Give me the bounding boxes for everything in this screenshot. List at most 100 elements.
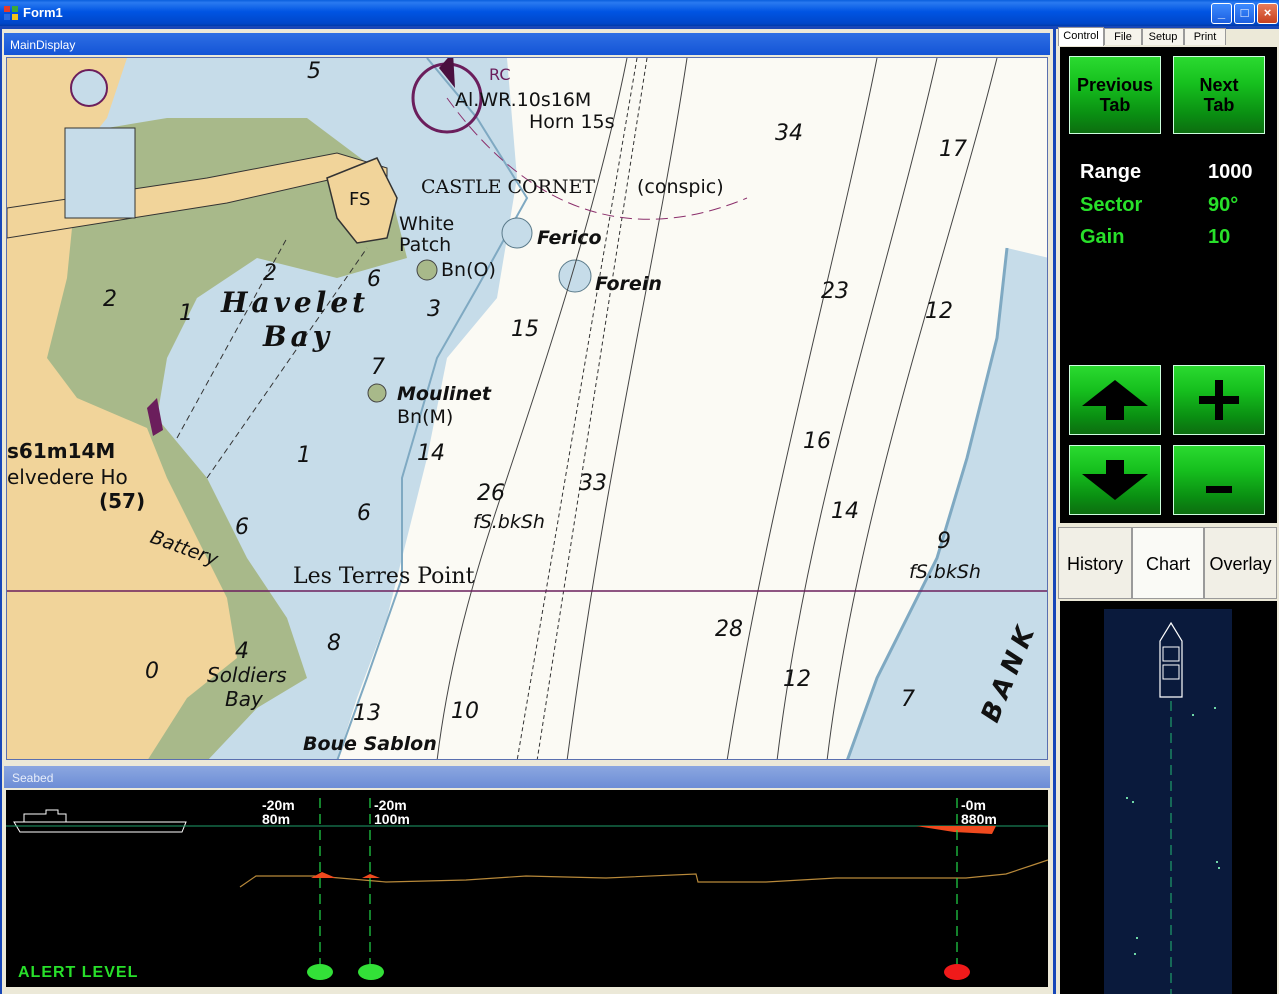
svg-text:28: 28 [715, 617, 743, 642]
range-value: 1000 [1208, 161, 1253, 183]
svg-text:14: 14 [417, 441, 445, 466]
sector-value: 90° [1208, 194, 1239, 216]
svg-text:0: 0 [145, 659, 159, 684]
svg-text:10: 10 [451, 699, 479, 724]
svg-text:(57): (57) [99, 489, 145, 513]
marker-label-1: -20m 80m [262, 798, 295, 826]
svg-text:16: 16 [803, 429, 831, 454]
up-button[interactable] [1069, 365, 1161, 435]
svg-text:9: 9 [937, 529, 951, 554]
svg-text:Bay: Bay [262, 320, 333, 353]
gain-value: 10 [1208, 226, 1231, 248]
svg-text:5: 5 [307, 59, 321, 84]
sector-label: Sector [1080, 194, 1143, 216]
marker-depth-2: -20m [374, 797, 407, 813]
svg-text:33: 33 [579, 471, 607, 496]
svg-text:2: 2 [263, 261, 277, 286]
sonar-view [1060, 601, 1277, 994]
app-icon [4, 6, 18, 20]
tab-print[interactable]: Print [1184, 28, 1226, 45]
svg-text:Bn(O): Bn(O) [441, 259, 496, 281]
previous-tab-label: Previous Tab [1076, 75, 1154, 115]
castle-cornet-label: CASTLE CORNET [421, 176, 595, 198]
svg-text:Bay: Bay [225, 687, 264, 711]
minus-button[interactable] [1173, 445, 1265, 515]
window-title: Form1 [23, 5, 63, 20]
marker-depth-3: -0m [961, 797, 986, 813]
svg-text:34: 34 [775, 121, 803, 146]
main-display-title: MainDisplay [10, 38, 76, 52]
svg-text:Les Terres Point: Les Terres Point [293, 564, 475, 589]
svg-text:6: 6 [235, 515, 249, 540]
svg-text:fS.bkSh: fS.bkSh [473, 511, 545, 533]
svg-text:2: 2 [103, 287, 117, 312]
range-label: Range [1080, 161, 1142, 183]
svg-text:Patch: Patch [399, 234, 451, 256]
svg-text:3: 3 [427, 297, 441, 322]
marker-distance-1: 80m [262, 811, 291, 827]
next-tab-label: Next Tab [1199, 75, 1239, 115]
svg-text:Soldiers: Soldiers [207, 663, 287, 687]
svg-text:17: 17 [939, 137, 967, 162]
alert-level-label: ALERT LEVEL [18, 964, 139, 981]
alert-dot-1 [307, 964, 333, 980]
svg-text:1: 1 [297, 443, 311, 468]
svg-text:12: 12 [783, 667, 811, 692]
maximize-button[interactable]: □ [1234, 3, 1255, 24]
svg-text:Forein: Forein [595, 273, 662, 295]
marker-label-2: -20m 100m [374, 798, 410, 826]
seabed-title: Seabed [12, 771, 54, 785]
arrow-down-icon [1082, 460, 1148, 500]
chart-map: 34 17 23 12 16 14 33 26 28 12 7 9 7 14 1… [7, 58, 1047, 759]
next-tab-button[interactable]: Next Tab [1173, 56, 1265, 134]
svg-text:(conspic): (conspic) [637, 176, 724, 198]
nautical-chart[interactable]: 34 17 23 12 16 14 33 26 28 12 7 9 7 14 1… [6, 57, 1048, 760]
plus-button[interactable] [1173, 365, 1265, 435]
svg-text:1: 1 [179, 301, 193, 326]
svg-text:Moulinet: Moulinet [397, 383, 492, 405]
alert-dot-3 [944, 964, 970, 980]
svg-text:Al.WR.10s16M: Al.WR.10s16M [455, 89, 591, 111]
tab-overlay[interactable]: Overlay [1204, 527, 1277, 599]
marker-label-3: -0m 880m [961, 798, 997, 826]
view-tab-strip: History Chart Overlay [1058, 527, 1277, 599]
svg-text:6: 6 [357, 501, 371, 526]
svg-text:14: 14 [831, 499, 859, 524]
gain-label: Gain [1080, 226, 1125, 248]
main-display-titlebar: MainDisplay [4, 33, 1050, 55]
arrow-up-icon [1082, 380, 1148, 420]
svg-text:Horn 15s: Horn 15s [529, 111, 615, 133]
svg-text:Bn(M): Bn(M) [397, 406, 453, 428]
sonar-display [1126, 621, 1220, 994]
window-titlebar: Form1 _ □ × [0, 0, 1279, 26]
down-button[interactable] [1069, 445, 1161, 515]
seabed-titlebar: Seabed [4, 766, 1050, 788]
close-button[interactable]: × [1257, 3, 1278, 24]
alert-dot-2 [358, 964, 384, 980]
seabed-graph [6, 798, 1048, 980]
seabed-profile: -20m 80m -20m 100m -0m 880m ALERT LEVEL [6, 790, 1048, 987]
svg-text:RC: RC [489, 65, 511, 84]
marker-depth-1: -20m [262, 797, 295, 813]
svg-text:15: 15 [511, 317, 539, 342]
plus-icon [1199, 380, 1239, 420]
control-panel: Previous Tab Next Tab Range 1000 Sector … [1060, 47, 1277, 523]
svg-text:fS.bkSh: fS.bkSh [909, 561, 981, 583]
svg-text:12: 12 [925, 299, 953, 324]
minus-icon [1206, 486, 1232, 493]
minimize-button[interactable]: _ [1211, 3, 1232, 24]
svg-text:4: 4 [235, 639, 249, 664]
svg-text:13: 13 [353, 701, 381, 726]
svg-text:Havelet: Havelet [220, 286, 369, 319]
svg-text:White: White [399, 213, 454, 235]
tab-chart[interactable]: Chart [1132, 527, 1204, 599]
tab-file[interactable]: File [1104, 28, 1142, 45]
previous-tab-button[interactable]: Previous Tab [1069, 56, 1161, 134]
svg-text:6: 6 [367, 267, 381, 292]
svg-text:Boue Sablon: Boue Sablon [303, 733, 437, 755]
tab-history[interactable]: History [1058, 527, 1132, 599]
tab-setup[interactable]: Setup [1142, 28, 1184, 45]
svg-text:23: 23 [821, 279, 849, 304]
svg-text:7: 7 [371, 355, 385, 380]
tab-control[interactable]: Control [1058, 27, 1104, 46]
